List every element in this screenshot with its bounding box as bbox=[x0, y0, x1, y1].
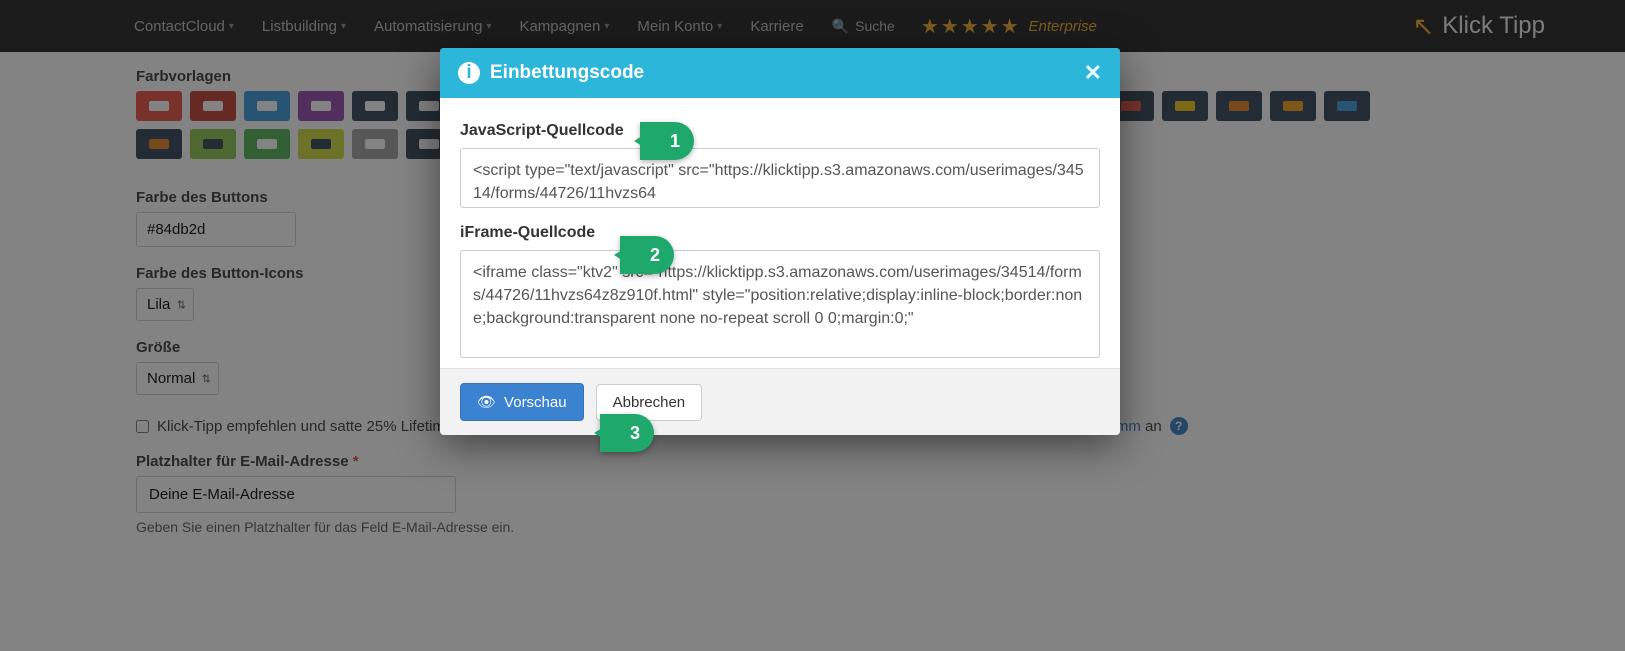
iframe-source-label: iFrame-Quellcode bbox=[460, 224, 1100, 242]
preview-label: Vorschau bbox=[504, 394, 567, 411]
embed-code-modal: i Einbettungscode ✕ JavaScript-Quellcode… bbox=[440, 48, 1120, 435]
modal-body: JavaScript-Quellcode <script type="text/… bbox=[440, 98, 1120, 368]
callout-marker-3: 3 bbox=[600, 414, 654, 452]
callout-marker-1: 1 bbox=[640, 122, 694, 160]
preview-button[interactable]: 👁 Vorschau bbox=[460, 383, 584, 421]
close-icon[interactable]: ✕ bbox=[1084, 60, 1102, 86]
modal-header: i Einbettungscode ✕ bbox=[440, 48, 1120, 98]
info-icon: i bbox=[458, 62, 480, 84]
iframe-source-code[interactable]: <iframe class="ktv2" src="https://klickt… bbox=[460, 250, 1100, 358]
eye-icon: 👁 bbox=[477, 393, 496, 411]
modal-title: Einbettungscode bbox=[490, 62, 644, 84]
js-source-code[interactable]: <script type="text/javascript" src="http… bbox=[460, 148, 1100, 208]
modal-footer: 👁 Vorschau Abbrechen bbox=[440, 368, 1120, 435]
cancel-label: Abbrechen bbox=[613, 394, 686, 411]
js-source-label: JavaScript-Quellcode bbox=[460, 122, 1100, 140]
callout-marker-2: 2 bbox=[620, 236, 674, 274]
